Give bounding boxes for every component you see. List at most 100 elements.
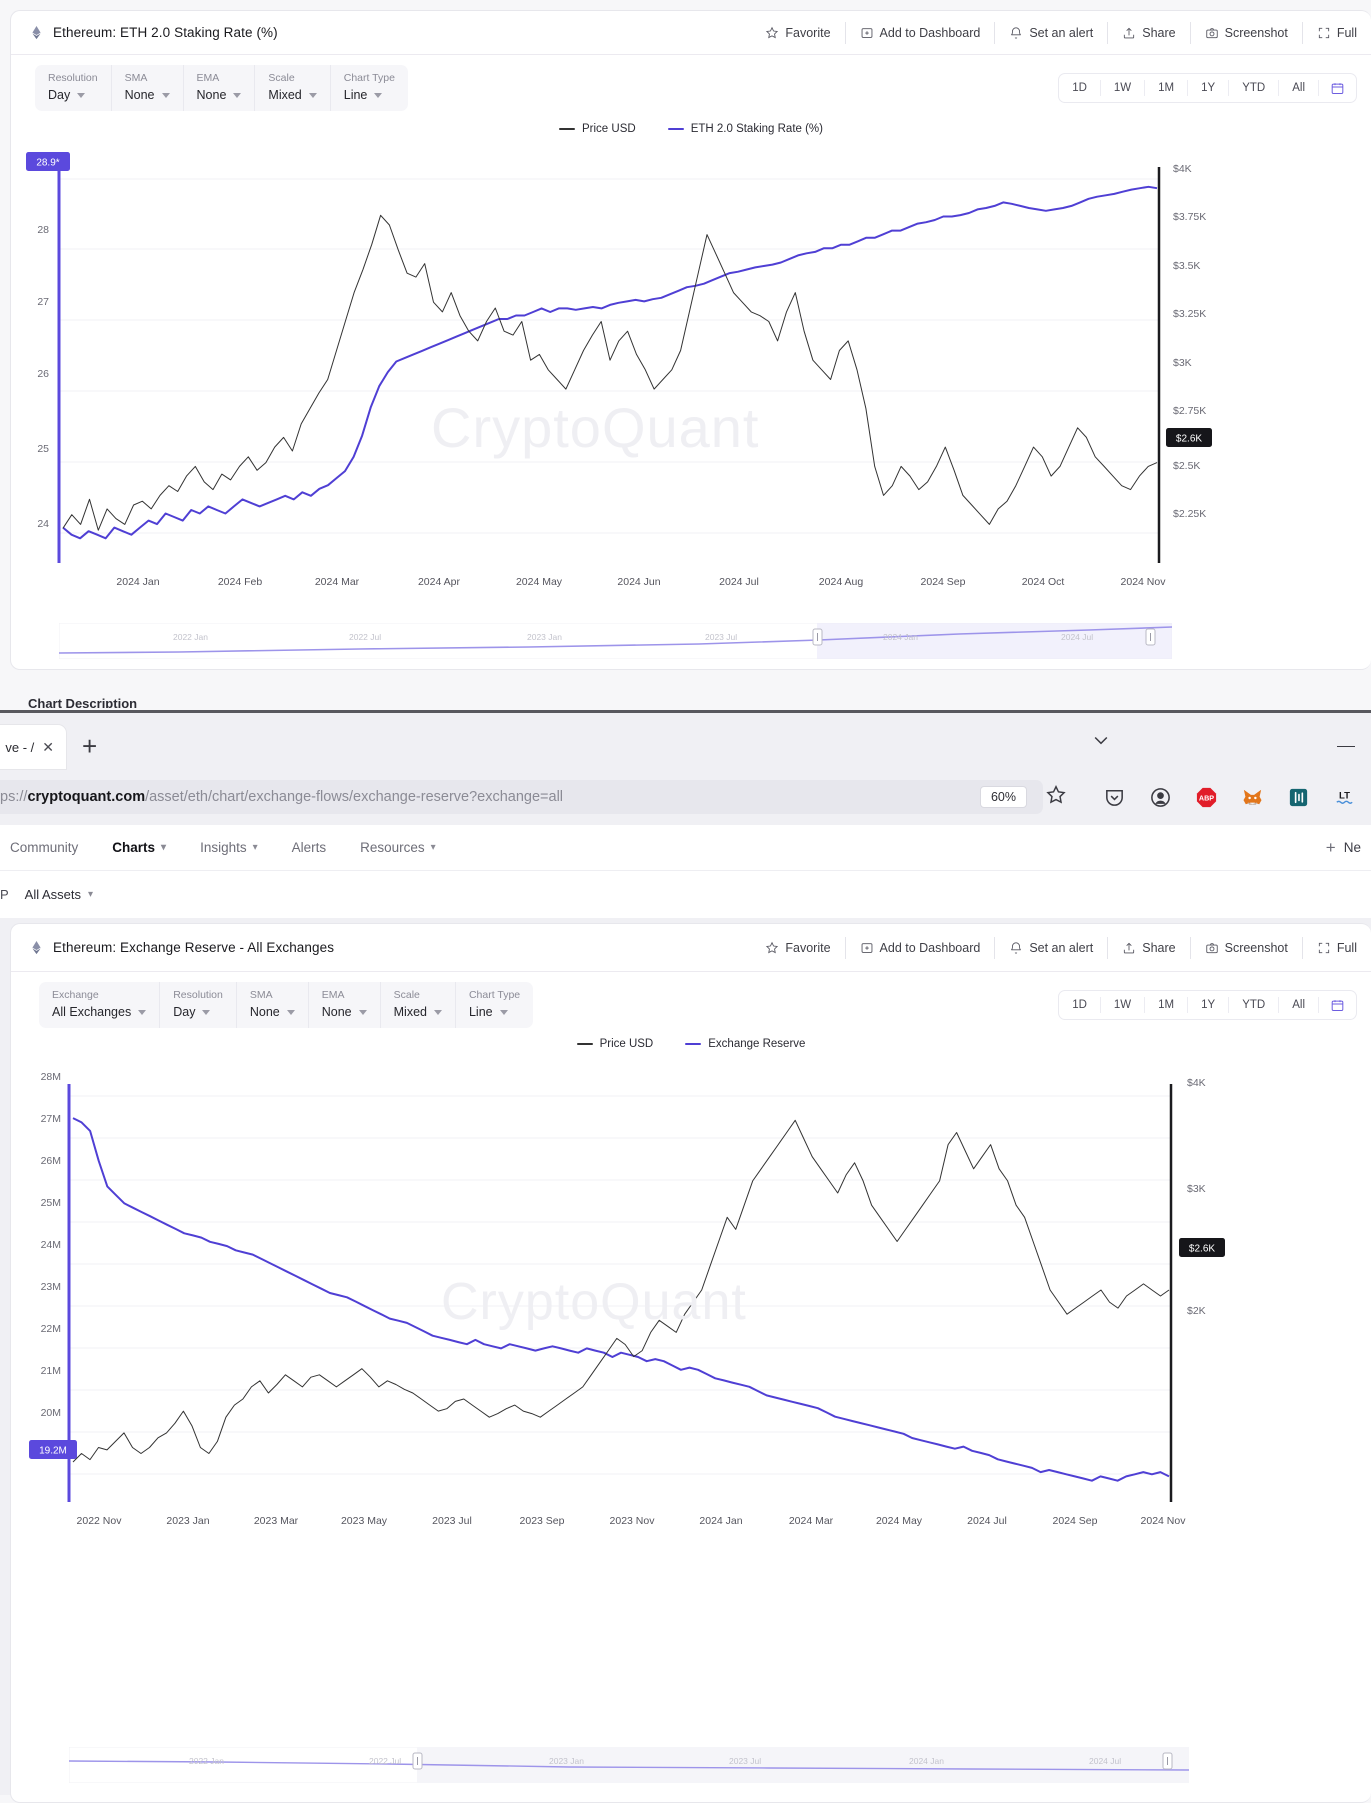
- chevron-down-icon: [138, 1010, 146, 1015]
- add-to-dashboard-button[interactable]: Add to Dashboard: [846, 937, 996, 959]
- share-button[interactable]: Share: [1108, 22, 1190, 44]
- chart-type-label: Chart Type: [469, 989, 520, 1002]
- legend-staking-rate[interactable]: ETH 2.0 Staking Rate (%): [668, 123, 823, 135]
- minimap-handle-right[interactable]: [1163, 1753, 1172, 1769]
- minimap-selection[interactable]: [417, 1747, 1189, 1783]
- all-assets-selector[interactable]: All Assets ▾: [25, 887, 93, 902]
- range-1y[interactable]: 1Y: [1188, 997, 1229, 1013]
- chart-type-value: Line: [469, 1005, 493, 1020]
- scale-control[interactable]: Scale Mixed: [255, 65, 330, 111]
- bottom-chart-plot[interactable]: CryptoQuant 28M 27M 26: [11, 1062, 1371, 1582]
- bookmark-star-button[interactable]: [1045, 784, 1067, 811]
- bottom-chart-minimap[interactable]: 2022 Jan 2022 Jul 2023 Jan 2023 Jul 2024…: [69, 1747, 1189, 1783]
- adblock-plus-icon[interactable]: ABP: [1193, 784, 1219, 810]
- metamask-icon[interactable]: [1239, 784, 1265, 810]
- left-tick-26: 26: [37, 368, 49, 380]
- resolution-control[interactable]: Resolution Day: [160, 982, 237, 1028]
- account-icon[interactable]: [1147, 784, 1173, 810]
- left-tick-26m: 26M: [41, 1155, 61, 1167]
- range-1w[interactable]: 1W: [1101, 997, 1145, 1013]
- ema-control[interactable]: EMA None: [309, 982, 381, 1028]
- range-1d[interactable]: 1D: [1059, 997, 1101, 1013]
- calendar-button[interactable]: [1319, 998, 1356, 1013]
- ema-control[interactable]: EMA None: [184, 65, 256, 111]
- legend-price-usd[interactable]: Price USD: [577, 1038, 654, 1050]
- set-alert-button[interactable]: Set an alert: [995, 22, 1108, 44]
- zoom-level-button[interactable]: 60%: [980, 786, 1027, 808]
- favorite-button[interactable]: Favorite: [751, 937, 845, 959]
- tab-title: ve - /: [5, 740, 34, 755]
- svg-text:2024 Mar: 2024 Mar: [315, 576, 360, 588]
- chart-type-control[interactable]: Chart Type Line: [456, 982, 533, 1028]
- resolution-control[interactable]: Resolution Day: [35, 65, 112, 111]
- range-1d[interactable]: 1D: [1059, 80, 1101, 96]
- new-button[interactable]: + Ne: [1326, 840, 1371, 855]
- minimap-handle-right[interactable]: [1146, 629, 1155, 645]
- svg-text:2024 Mar: 2024 Mar: [789, 1515, 834, 1527]
- range-all[interactable]: All: [1279, 997, 1319, 1013]
- top-chart-minimap[interactable]: 2022 Jan 2022 Jul 2023 Jan 2023 Jul 2024…: [59, 623, 1172, 659]
- languagetool-icon[interactable]: LT: [1331, 784, 1357, 810]
- range-1y[interactable]: 1Y: [1188, 80, 1229, 96]
- svg-text:2024 Aug: 2024 Aug: [819, 576, 864, 588]
- top-chart-plot[interactable]: CryptoQuant 28 27 26 25 24: [11, 145, 1371, 615]
- top-chart-svg[interactable]: 28 27 26 25 24 28.9* $4K $3.75K $3.5K $3…: [11, 145, 1371, 615]
- set-alert-button[interactable]: Set an alert: [995, 937, 1108, 959]
- add-to-dashboard-button[interactable]: Add to Dashboard: [846, 22, 996, 44]
- screenshot-button[interactable]: Screenshot: [1191, 22, 1303, 44]
- left-tick-24: 24: [37, 518, 49, 530]
- range-all[interactable]: All: [1279, 80, 1319, 96]
- nav-alerts[interactable]: Alerts: [292, 840, 327, 855]
- calendar-icon: [1330, 998, 1345, 1013]
- chevron-down-icon: [77, 93, 85, 98]
- range-1m[interactable]: 1M: [1145, 997, 1188, 1013]
- minimap-svg[interactable]: 2022 Jan 2022 Jul 2023 Jan 2023 Jul 2024…: [69, 1747, 1189, 1783]
- series-eth-2-0-staking-rate: [63, 187, 1157, 539]
- fullscreen-button[interactable]: Full: [1303, 937, 1357, 959]
- scale-control[interactable]: Scale Mixed: [381, 982, 456, 1028]
- fullscreen-button[interactable]: Full: [1303, 22, 1357, 44]
- bottom-chart-svg[interactable]: 28M 27M 26M 25M 24M 23M 22M 21M 20M 19M …: [11, 1062, 1371, 1582]
- window-minimize-button[interactable]: [1337, 746, 1355, 748]
- nav-resources[interactable]: Resources ▾: [360, 840, 436, 855]
- top-chart-actions: Favorite Add to Dashboard Set an alert S…: [751, 20, 1357, 46]
- legend-exchange-reserve[interactable]: Exchange Reserve: [685, 1038, 805, 1050]
- pocket-icon[interactable]: [1101, 784, 1127, 810]
- url-bar[interactable]: ttps://cryptoquant.com/asset/eth/chart/e…: [0, 780, 1043, 814]
- nav-community[interactable]: Community: [10, 840, 78, 855]
- chart-description-heading: Chart Description: [28, 696, 137, 708]
- range-ytd[interactable]: YTD: [1229, 80, 1279, 96]
- bookmark-manager-icon[interactable]: [1285, 784, 1311, 810]
- sma-label: SMA: [125, 72, 170, 85]
- sma-control[interactable]: SMA None: [112, 65, 184, 111]
- nav-charts[interactable]: Charts ▾: [112, 840, 166, 855]
- browser-tab[interactable]: ve - / ✕: [0, 725, 66, 769]
- calendar-button[interactable]: [1319, 81, 1356, 96]
- left-tick-25: 25: [37, 443, 49, 455]
- nav-label: Alerts: [292, 840, 327, 855]
- nav-insights[interactable]: Insights ▾: [200, 840, 258, 855]
- chart-type-value-row: Line: [469, 1005, 520, 1020]
- chevron-down-icon: [374, 93, 382, 98]
- favorite-button[interactable]: Favorite: [751, 22, 845, 44]
- share-button[interactable]: Share: [1108, 937, 1190, 959]
- chart-type-control[interactable]: Chart Type Line: [331, 65, 408, 111]
- screenshot-button[interactable]: Screenshot: [1191, 937, 1303, 959]
- new-tab-button[interactable]: +: [82, 735, 97, 757]
- range-1w[interactable]: 1W: [1101, 80, 1145, 96]
- legend-price-usd[interactable]: Price USD: [559, 123, 636, 135]
- minimap-handle-left[interactable]: [813, 629, 822, 645]
- range-ytd[interactable]: YTD: [1229, 997, 1279, 1013]
- chevron-down-icon: [309, 93, 317, 98]
- exchange-control[interactable]: Exchange All Exchanges: [39, 982, 160, 1028]
- svg-text:ABP: ABP: [1198, 794, 1213, 802]
- range-1m[interactable]: 1M: [1145, 80, 1188, 96]
- scale-value-row: Mixed: [268, 88, 316, 103]
- list-all-tabs-button[interactable]: [1091, 730, 1111, 755]
- close-icon[interactable]: ✕: [42, 739, 54, 756]
- svg-text:2023 Jan: 2023 Jan: [527, 632, 562, 642]
- left-value-badge: 19.2M: [29, 1440, 77, 1459]
- sma-control[interactable]: SMA None: [237, 982, 309, 1028]
- minimap-svg[interactable]: 2022 Jan 2022 Jul 2023 Jan 2023 Jul 2024…: [59, 623, 1172, 659]
- minimap-handle-left[interactable]: [413, 1753, 422, 1769]
